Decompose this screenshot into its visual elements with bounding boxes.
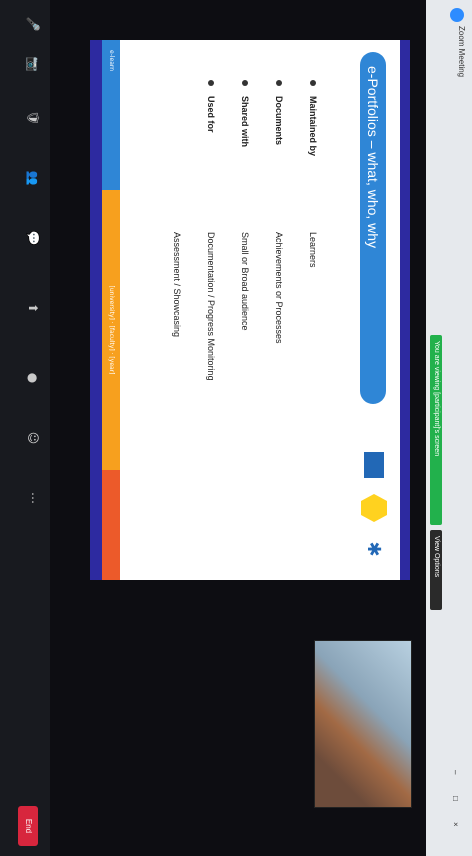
row-value: Learners [308, 232, 318, 268]
slide-row: Documents Achievements or Processes [262, 80, 296, 560]
row-label: Shared with [240, 96, 250, 148]
meeting-stage: e-Portfolios – what, who, why ✱ Maintain… [50, 0, 426, 856]
row-value: Assessment / Showcasing [172, 232, 182, 338]
slide-bullets: Maintained by Learners Documents Achieve… [160, 80, 330, 560]
footer-middle: [university] · [faculty] · [year] [102, 190, 120, 470]
record-icon[interactable]: ● [25, 370, 41, 386]
more-icon[interactable]: ⋯ [25, 490, 41, 506]
slide-row: Assessment / Showcasing [160, 80, 194, 560]
window-title-bar: Zoom Meeting You are viewing [participan… [425, 0, 472, 856]
participants-icon[interactable]: 👥 [25, 170, 41, 186]
row-value: Small or Broad audience [240, 232, 250, 331]
presentation-slide: e-Portfolios – what, who, why ✱ Maintain… [102, 40, 400, 580]
meeting-toolbar: 🎤 📷 🛡 👥 💬 ⬆ ● ☺ ⋯ End [0, 0, 50, 856]
slide-title: e-Portfolios – what, who, why [360, 52, 386, 404]
chat-icon[interactable]: 💬 [25, 230, 41, 246]
row-label: Maintained by [308, 96, 318, 157]
bullet-icon [208, 80, 214, 86]
row-label: Documents [274, 96, 284, 146]
hex-logo-icon [361, 494, 387, 522]
view-options-button[interactable]: View Options [430, 530, 442, 610]
slide-footer: e-learn [university] · [faculty] · [year… [102, 40, 120, 580]
participant-video-tile[interactable] [314, 640, 412, 808]
bullet-icon [310, 80, 316, 86]
slide-row: Shared with Small or Broad audience [228, 80, 262, 560]
minimize-icon[interactable]: – [451, 770, 460, 774]
end-meeting-button[interactable]: End [18, 806, 38, 846]
bullet-icon [276, 80, 282, 86]
row-value: Achievements or Processes [274, 232, 284, 344]
zoom-icon [450, 8, 464, 22]
window-title: Zoom Meeting [457, 26, 466, 78]
security-icon[interactable]: 🛡 [25, 110, 41, 126]
mic-icon[interactable]: 🎤 [25, 16, 41, 32]
reactions-icon[interactable]: ☺ [25, 430, 41, 446]
slide-row: Used for Documentation / Progress Monito… [194, 80, 228, 560]
maximize-icon[interactable]: □ [451, 796, 460, 801]
share-icon[interactable]: ⬆ [25, 300, 41, 316]
close-icon[interactable]: × [451, 822, 460, 827]
share-screen-banner[interactable]: You are viewing [participant]'s screen [430, 335, 442, 525]
video-icon[interactable]: 📷 [25, 56, 41, 72]
row-label: Used for [206, 96, 216, 133]
footer-left: e-learn [102, 40, 120, 190]
snowflake-logo-icon: ✱ [363, 541, 384, 557]
slide-row: Maintained by Learners [296, 80, 330, 560]
row-value: Documentation / Progress Monitoring [206, 232, 216, 381]
shared-screen: e-Portfolios – what, who, why ✱ Maintain… [90, 40, 410, 580]
bullet-icon [242, 80, 248, 86]
footer-right [102, 470, 120, 580]
institution-logo-icon [364, 452, 384, 478]
rotated-screen: Zoom Meeting You are viewing [participan… [0, 0, 472, 856]
